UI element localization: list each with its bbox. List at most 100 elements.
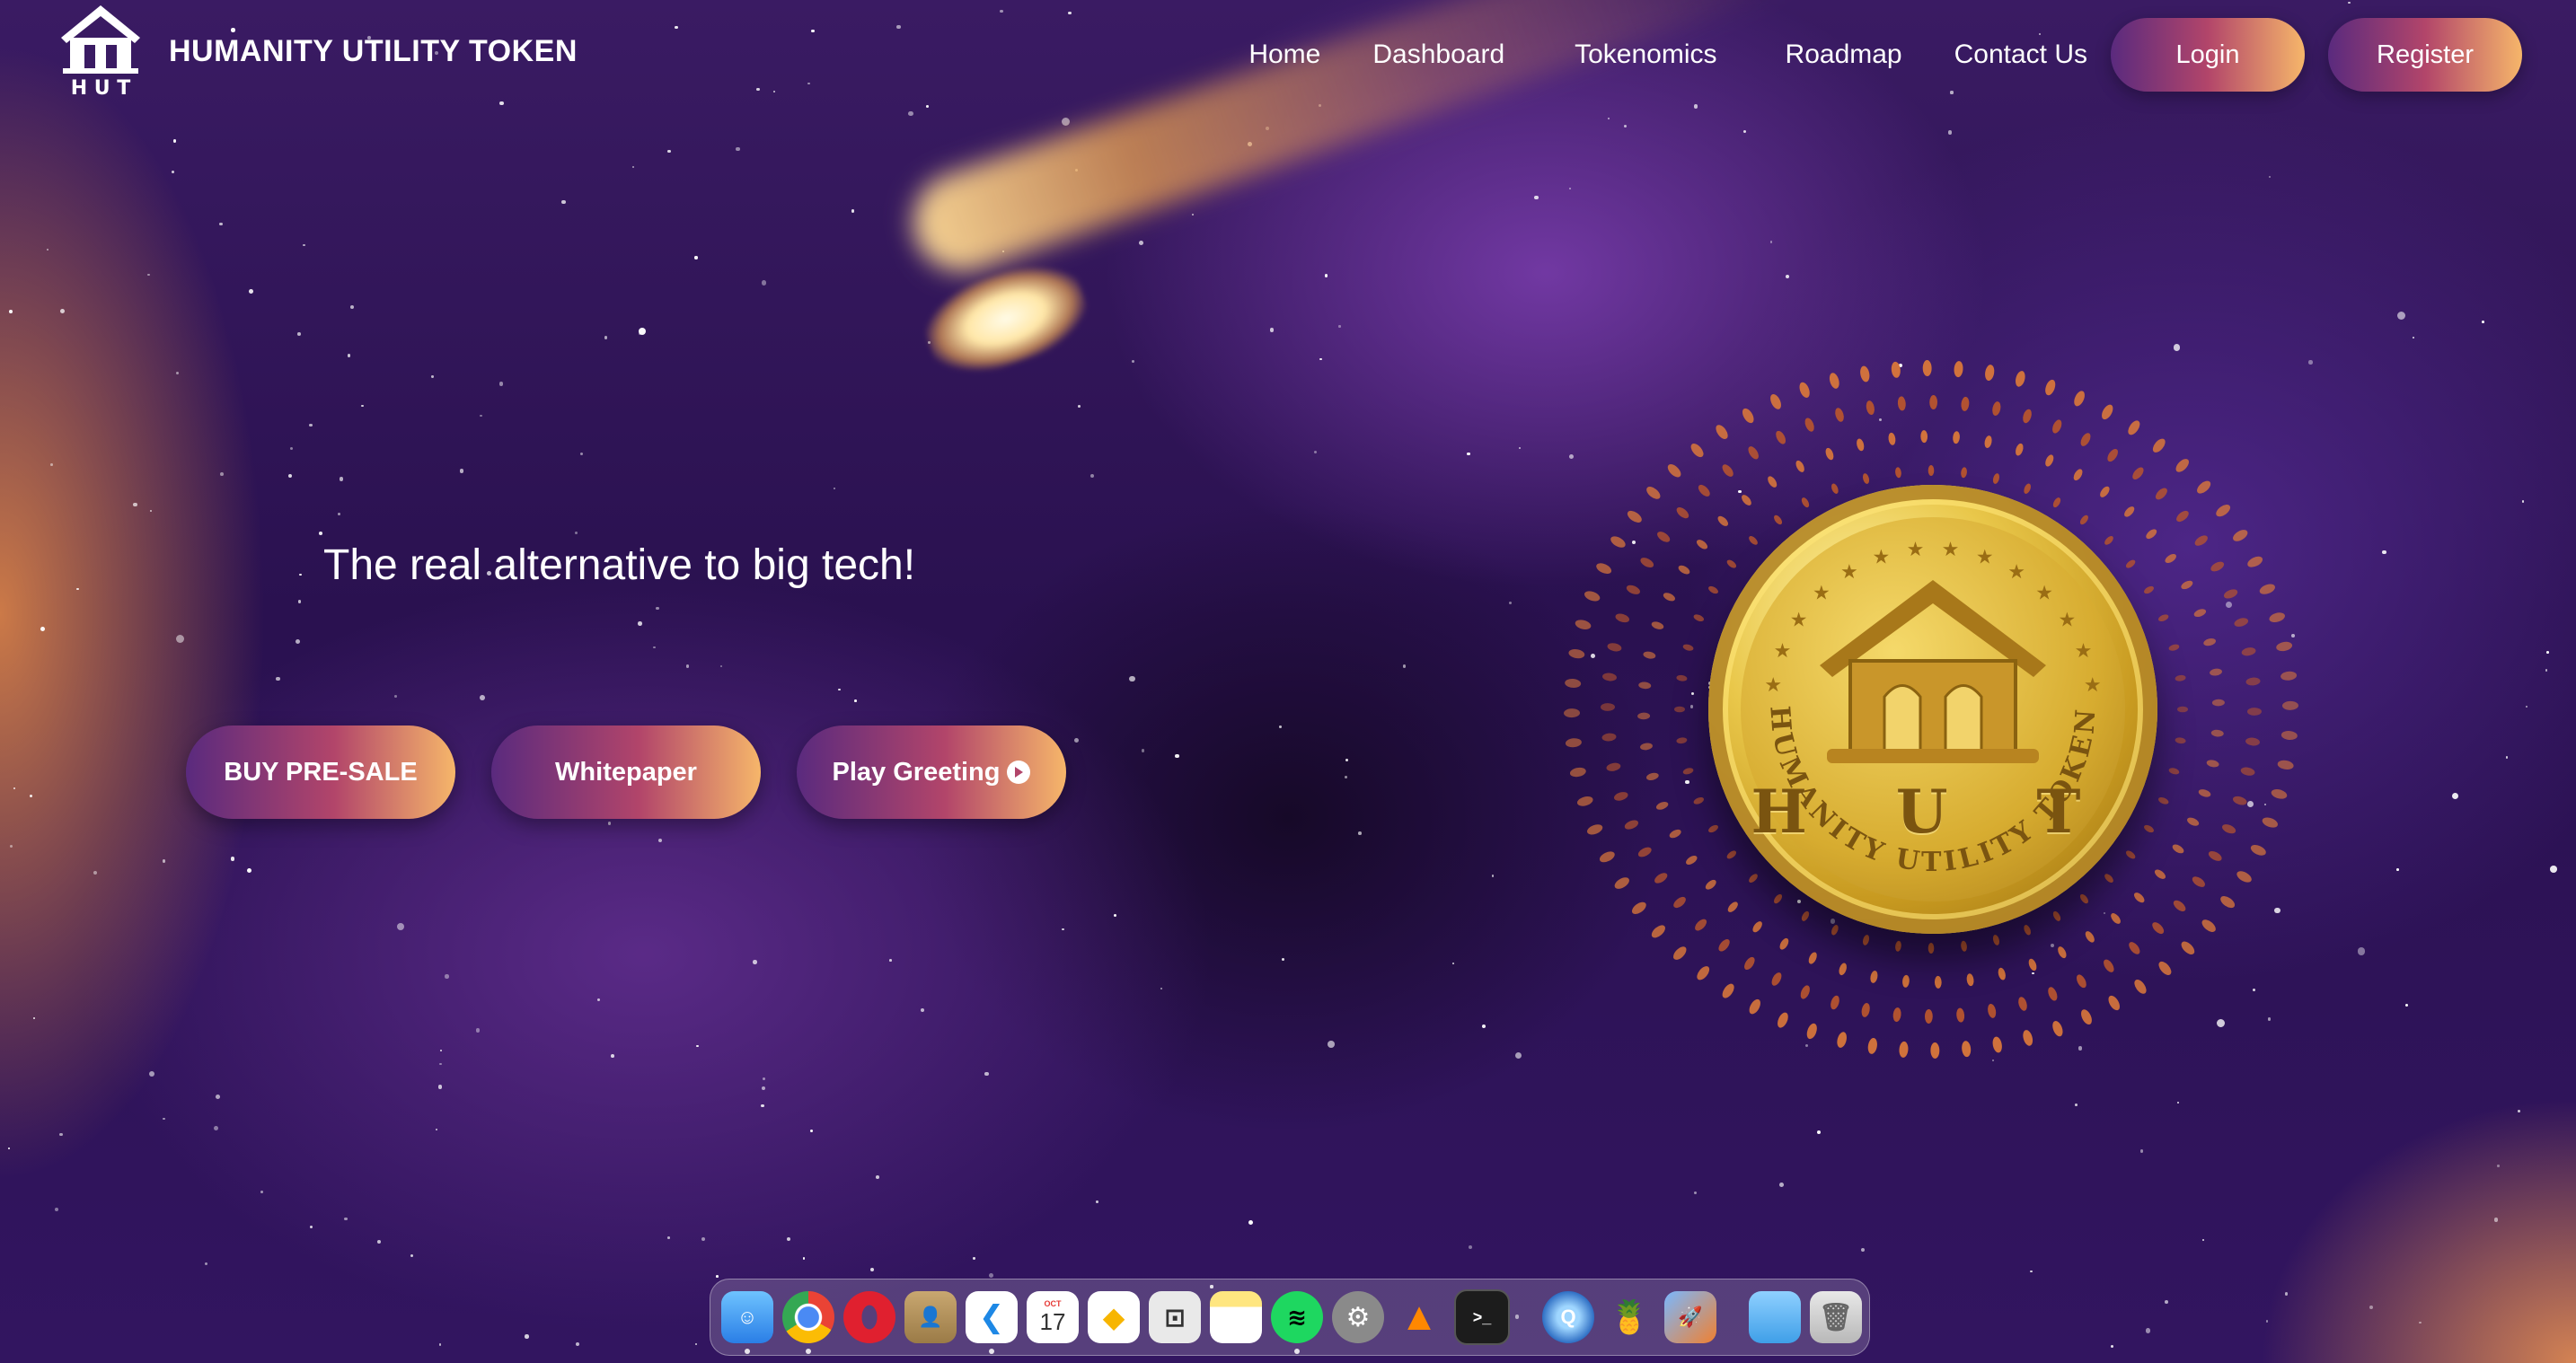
star [459, 469, 464, 473]
star [1693, 1191, 1697, 1194]
coin-ring-dot [2018, 997, 2027, 1011]
coin-ring-dot [2158, 796, 2169, 805]
coin-ring-dot [2276, 641, 2293, 652]
star [1402, 664, 1407, 669]
coin-ring-dot [1640, 558, 1654, 568]
nav-tokenomics[interactable]: Tokenomics [1575, 20, 1716, 90]
star [438, 1343, 442, 1346]
finder-icon[interactable]: ☺ [721, 1291, 773, 1354]
opera-icon[interactable] [843, 1291, 895, 1343]
cocktail-icon[interactable]: 🍍 [1603, 1291, 1655, 1343]
coin-ring-dot [2016, 371, 2025, 387]
terminal-icon[interactable]: >_ [1454, 1289, 1510, 1345]
rocket-typist-icon[interactable]: 🚀 [1664, 1291, 1716, 1343]
coin-ring-dot [1646, 487, 1661, 499]
coin-ring-dot [1631, 901, 1646, 914]
calendar-icon[interactable]: OCT 17 [1027, 1291, 1079, 1343]
coin-ring-dot [2152, 438, 2166, 453]
star [149, 510, 153, 513]
hero-tagline: The real alternative to big tech! [323, 541, 916, 589]
login-button[interactable]: Login [2111, 18, 2305, 92]
star [40, 626, 45, 631]
play-greeting-button[interactable]: Play Greeting [797, 725, 1066, 819]
screenshot-icon[interactable]: ⊡ [1149, 1291, 1201, 1343]
nav-roadmap[interactable]: Roadmap [1786, 20, 1902, 90]
star [309, 1225, 313, 1228]
coin-ring-dot [1568, 648, 1585, 659]
star [639, 328, 647, 336]
vscode-icon[interactable]: ❮ [966, 1291, 1018, 1354]
star [32, 1017, 35, 1020]
vlc-icon[interactable]: ▲ [1393, 1291, 1445, 1343]
contacts-icon[interactable]: 👤 [904, 1291, 957, 1343]
coin-ring-dot [1961, 396, 1970, 411]
sketch-icon[interactable]: ◆ [1088, 1291, 1140, 1343]
register-button[interactable]: Register [2328, 18, 2522, 92]
system-preferences-icon[interactable]: ⚙ [1332, 1291, 1384, 1343]
star [920, 1008, 924, 1013]
star [716, 1275, 719, 1278]
star [2497, 1165, 2500, 1167]
coin-ring-dot [2048, 987, 2058, 1001]
coin-ring-dot [2175, 737, 2186, 744]
star [1344, 776, 1347, 779]
coin-ring-dot [2076, 974, 2086, 989]
coin-ring-dot [2073, 469, 2083, 481]
star [1096, 1200, 1099, 1203]
coin-ring-dot [2107, 448, 2118, 462]
coin-ring-dot [1695, 919, 1707, 931]
coin-ring-dot [1928, 465, 1935, 476]
star [337, 512, 341, 516]
trash-icon[interactable]: 🗑 [1810, 1291, 1862, 1343]
star [2348, 1, 2351, 4]
coin-ring-dot [1988, 1004, 1997, 1018]
coin-ring-dot [1920, 430, 1928, 444]
star [1607, 118, 1610, 120]
notes-icon[interactable] [1210, 1291, 1262, 1343]
brand-title[interactable]: HUMANITY UTILITY TOKEN [169, 34, 578, 69]
coin-ring-dot [1748, 446, 1759, 460]
coin-ring-dot [1992, 935, 2000, 945]
star [2265, 1320, 2268, 1323]
star [889, 959, 892, 962]
star [1319, 357, 1322, 361]
folder-icon[interactable] [1749, 1291, 1801, 1343]
star [1769, 241, 1773, 243]
star [869, 1268, 874, 1272]
nav-contact-us[interactable]: Contact Us [1954, 20, 2087, 90]
star [973, 1257, 975, 1260]
star [596, 998, 600, 1001]
star [561, 199, 566, 204]
nav-home[interactable]: Home [1248, 20, 1320, 90]
star [437, 1085, 443, 1089]
star [807, 82, 810, 85]
star [575, 532, 578, 535]
star [344, 1217, 348, 1221]
buy-presale-button[interactable]: BUY PRE-SALE [186, 725, 455, 819]
star [1693, 104, 1698, 109]
coin-ring-dot [2168, 644, 2180, 651]
star [876, 1174, 879, 1179]
star [480, 414, 482, 417]
coin-ring-dot [1615, 613, 1630, 623]
star [47, 249, 49, 251]
hut-logo-icon[interactable]: H U T [57, 2, 144, 102]
spotify-icon[interactable]: ≋ [1271, 1291, 1323, 1354]
brand[interactable]: H U T HUMANITY UTILITY TOKEN [57, 0, 578, 103]
star [260, 1191, 264, 1194]
nav-dashboard[interactable]: Dashboard [1372, 20, 1504, 90]
coin-ring-dot [1584, 591, 1601, 602]
quicktime-icon[interactable]: Q [1542, 1291, 1594, 1343]
chrome-icon[interactable] [782, 1291, 834, 1354]
main-nav: Home Dashboard Tokenomics Roadmap Contac… [1248, 18, 2522, 92]
coin-ring-dot [2208, 850, 2222, 861]
star [607, 822, 612, 825]
coin-ring-dot [1682, 644, 1694, 651]
coin-ring-dot [1891, 361, 1901, 378]
coin-ring-dot [2175, 674, 2186, 682]
star [1357, 831, 1362, 835]
star [13, 787, 15, 789]
whitepaper-button[interactable]: Whitepaper [491, 725, 761, 819]
star [288, 473, 293, 478]
star [205, 1262, 208, 1266]
